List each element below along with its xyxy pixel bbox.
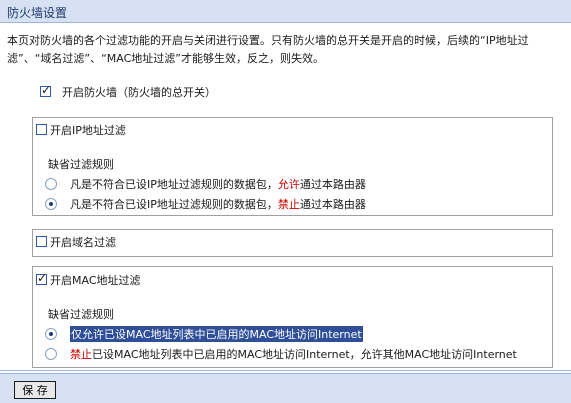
footer-divider [0, 370, 571, 371]
ip-filter-checkbox[interactable] [36, 124, 47, 135]
ip-rule-deny-radio[interactable] [45, 198, 57, 210]
mac-rule-deny-label: 禁止已设MAC地址列表中已启用的MAC地址访问Internet，允许其他MAC地… [70, 348, 517, 361]
domain-filter-label: 开启域名过滤 [50, 236, 116, 249]
mac-rule-allow-only-label: 仅允许已设MAC地址列表中已启用的MAC地址访问Internet [70, 326, 363, 342]
mac-filter-rule-title: 缺省过滤规则 [48, 308, 114, 321]
ip-filter-label: 开启IP地址过滤 [50, 124, 126, 137]
deny-keyword: 禁止 [277, 198, 300, 211]
mac-rule-allow-only-radio[interactable] [45, 328, 57, 340]
ip-filter-rule-title: 缺省过滤规则 [48, 158, 114, 171]
page-title: 防火墙设置 [7, 6, 68, 20]
firewall-master-label: 开启防火墙（防火墙的总开关） [62, 86, 216, 99]
title-bar: 防火墙设置 [0, 0, 571, 23]
mac-filter-label: 开启MAC地址过滤 [50, 274, 141, 287]
save-button[interactable]: 保 存 [14, 381, 56, 399]
ip-rule-allow-radio[interactable] [45, 178, 57, 190]
allow-keyword: 允许 [277, 178, 300, 191]
firewall-master-checkbox[interactable] [40, 83, 51, 97]
domain-filter-checkbox[interactable] [36, 236, 47, 247]
ip-rule-allow-label: 凡是不符合已设IP地址过滤规则的数据包，允许通过本路由器 [70, 178, 366, 191]
footer-bar: 保 存 [0, 373, 571, 403]
mac-filter-checkbox[interactable] [36, 271, 47, 285]
ip-rule-deny-label: 凡是不符合已设IP地址过滤规则的数据包，禁止通过本路由器 [70, 198, 366, 211]
deny-keyword: 禁止 [70, 348, 92, 361]
mac-rule-deny-radio[interactable] [45, 348, 57, 360]
page-description: 本页对防火墙的各个过滤功能的开启与关闭进行设置。只有防火墙的总开关是开启的时候，… [7, 34, 529, 65]
